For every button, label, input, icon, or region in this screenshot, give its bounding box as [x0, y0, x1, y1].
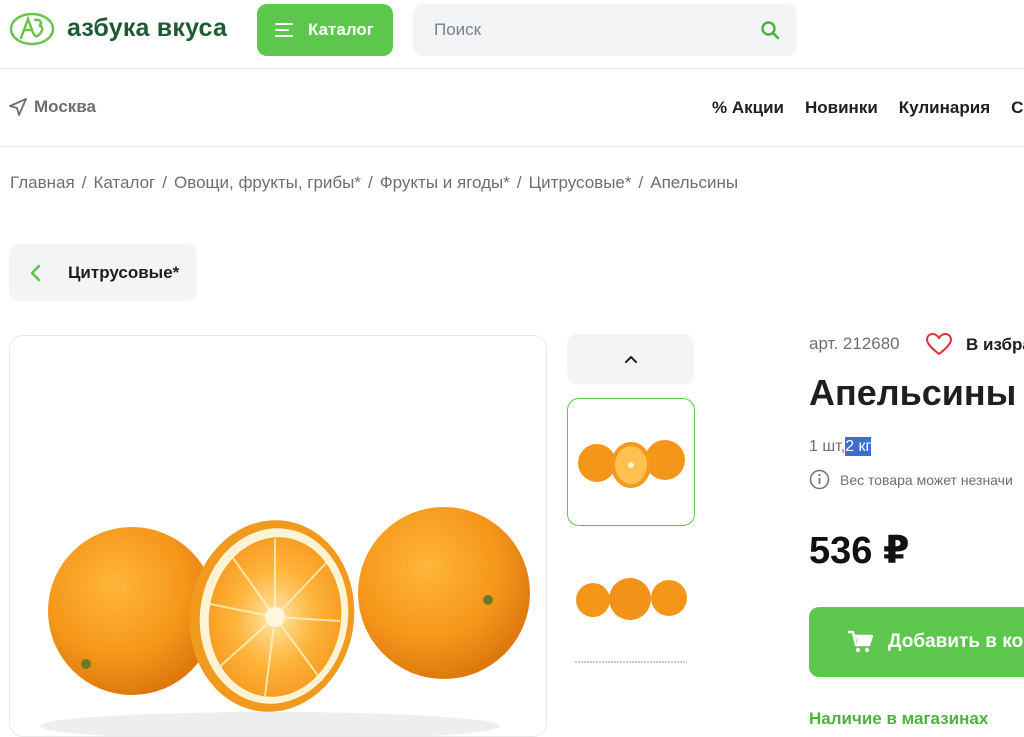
breadcrumb-separator: /	[162, 173, 167, 192]
weight-notice: Вес товара может незначи	[809, 469, 1013, 490]
location-arrow-icon	[9, 98, 27, 116]
thumbnail-2[interactable]	[567, 540, 693, 666]
breadcrumb-catalog[interactable]: Каталог	[93, 173, 155, 193]
search-bar	[413, 4, 797, 56]
back-button-label: Цитрусовые*	[68, 262, 180, 282]
weight-notice-text: Вес товара может незначи	[840, 471, 1013, 488]
thumbnail-1[interactable]	[567, 398, 695, 526]
nav-item-culinary[interactable]: Кулинария	[899, 98, 990, 118]
product-article: арт. 212680	[809, 334, 900, 353]
breadcrumb-citrus[interactable]: Цитрусовые*	[529, 173, 632, 193]
product-main-image[interactable]	[9, 335, 547, 737]
back-button[interactable]: Цитрусовые*	[9, 244, 197, 301]
store-availability-link[interactable]: Наличие в магазинах	[809, 709, 988, 729]
thumbnails-scroll-up-button[interactable]	[567, 334, 694, 384]
search-icon[interactable]	[760, 20, 780, 40]
add-to-cart-button[interactable]: Добавить в ко	[809, 607, 1024, 677]
nav-divider	[0, 146, 1024, 147]
city-name: Москва	[34, 97, 96, 116]
add-to-cart-label: Добавить в ко	[888, 631, 1024, 652]
product-unit: 1 шт,2 кг	[809, 437, 872, 456]
breadcrumb: Главная / Каталог / Овощи, фрукты, грибы* /…	[10, 173, 738, 193]
chevron-left-icon	[30, 264, 41, 281]
cart-icon	[848, 630, 874, 653]
breadcrumb-home[interactable]: Главная	[10, 173, 75, 193]
product-title: Апельсины	[809, 372, 1017, 413]
search-input[interactable]	[432, 19, 736, 41]
breadcrumb-separator: /	[638, 173, 644, 192]
product-price: 536 ₽	[809, 530, 910, 572]
breadcrumb-separator: /	[81, 173, 87, 192]
thumbnail-image-2	[575, 578, 687, 663]
nav-item-sales[interactable]: % Акции	[712, 98, 784, 118]
unit-count: 1 шт,	[809, 438, 846, 455]
breadcrumb-separator: /	[368, 173, 373, 192]
logo-icon[interactable]	[9, 11, 55, 47]
nav-item-more[interactable]: Со	[1011, 98, 1024, 118]
logo-text[interactable]: азбука вкуса	[67, 14, 227, 43]
info-icon	[809, 469, 830, 490]
breadcrumb-vegetables[interactable]: Овощи, фрукты, грибы*	[174, 173, 361, 193]
thumbnail-image-1	[578, 440, 685, 488]
menu-icon	[275, 23, 293, 37]
header-divider	[0, 68, 1024, 69]
city-selector[interactable]: Москва	[9, 97, 96, 117]
catalog-button-label: Каталог	[308, 20, 374, 39]
chevron-up-icon	[624, 355, 637, 363]
heart-icon	[926, 333, 952, 356]
nav-item-new[interactable]: Новинки	[805, 98, 878, 118]
unit-weight-selected: 2 кг	[845, 437, 872, 456]
add-to-favorites[interactable]: В избра	[926, 333, 1024, 356]
breadcrumb-fruits[interactable]: Фрукты и ягоды*	[380, 173, 510, 193]
oranges-image	[40, 507, 530, 736]
breadcrumb-separator: /	[516, 173, 522, 192]
catalog-button[interactable]: Каталог	[257, 4, 393, 56]
top-nav: % Акции Новинки Кулинария Со	[712, 98, 1024, 118]
favorites-label: В избра	[966, 334, 1024, 354]
breadcrumb-current: Апельсины	[650, 173, 739, 192]
